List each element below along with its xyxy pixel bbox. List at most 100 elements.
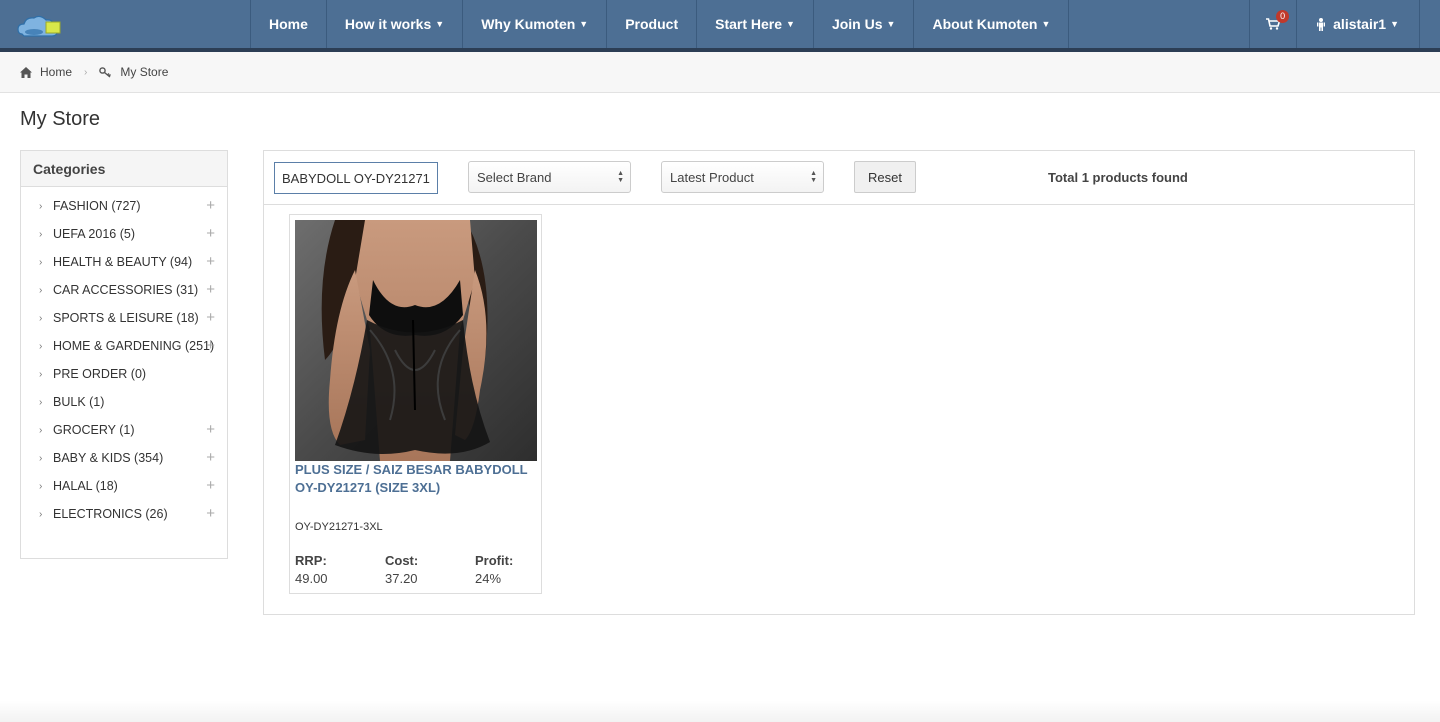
expand-plus-icon[interactable]: +	[206, 450, 215, 465]
chevron-right-icon: ›	[39, 312, 43, 324]
category-label: BABY & KIDS (354)	[53, 451, 164, 465]
cart-count-badge: 0	[1276, 10, 1290, 23]
category-item-grocery[interactable]: › GROCERY (1) +	[21, 416, 227, 444]
expand-plus-icon[interactable]: +	[206, 282, 215, 297]
product-card[interactable]: PLUS SIZE / SAIZ BESAR BABYDOLL OY-DY212…	[289, 214, 542, 594]
category-item-fashion[interactable]: › FASHION (727) +	[21, 192, 227, 220]
expand-plus-icon[interactable]: +	[206, 226, 215, 241]
page-title: My Store	[20, 108, 101, 130]
expand-plus-icon[interactable]: +	[206, 254, 215, 269]
brand-select[interactable]: Select Brand ▲ ▼	[468, 161, 631, 193]
select-arrows-icon: ▲ ▼	[617, 170, 624, 184]
expand-plus-icon[interactable]: +	[206, 338, 215, 353]
expand-plus-icon[interactable]: +	[206, 422, 215, 437]
select-arrows-icon: ▲ ▼	[810, 170, 817, 184]
product-name-link[interactable]: PLUS SIZE / SAIZ BESAR BABYDOLL OY-DY212…	[295, 461, 539, 497]
chevron-right-icon: ›	[39, 368, 43, 380]
category-label: GROCERY (1)	[53, 423, 135, 437]
price-cost: Cost: 37.20	[385, 552, 418, 588]
profit-label: Profit:	[475, 553, 514, 568]
nav-about-kumoten[interactable]: About Kumoten ▼	[913, 0, 1070, 48]
category-item-health-beauty[interactable]: › HEALTH & BEAUTY (94) +	[21, 248, 227, 276]
nav-product[interactable]: Product	[606, 0, 696, 48]
caret-down-icon: ▼	[435, 19, 445, 29]
chevron-right-icon: ›	[39, 340, 43, 352]
caret-down-icon: ▼	[1390, 19, 1399, 29]
product-search-input[interactable]	[274, 162, 438, 194]
caret-down-icon: ▼	[579, 19, 589, 29]
price-rrp: RRP: 49.00	[295, 552, 328, 588]
expand-plus-icon[interactable]: +	[206, 478, 215, 493]
category-item-uefa[interactable]: › UEFA 2016 (5) +	[21, 220, 227, 248]
categories-sidebar: Categories › FASHION (727) + › UEFA 2016 (5…	[20, 150, 228, 559]
expand-plus-icon[interactable]: +	[206, 310, 215, 325]
breadcrumb-home[interactable]: Home	[20, 65, 72, 79]
nav-product-label: Product	[625, 16, 679, 32]
category-item-halal[interactable]: › HALAL (18) +	[21, 472, 227, 500]
sort-select[interactable]: Latest Product ▲ ▼	[661, 161, 824, 193]
chevron-right-icon: ›	[39, 480, 43, 492]
category-item-electronics[interactable]: › ELECTRONICS (26) +	[21, 500, 227, 528]
category-item-home-gardening[interactable]: › HOME & GARDENING (251) +	[21, 332, 227, 360]
category-label: HALAL (18)	[53, 479, 118, 493]
breadcrumb-current: My Store	[99, 65, 168, 79]
chevron-right-icon: ›	[39, 452, 43, 464]
caret-down-icon: ▼	[886, 19, 896, 29]
category-item-pre-order[interactable]: › PRE ORDER (0)	[21, 360, 227, 388]
nav-how-it-works[interactable]: How it works ▼	[325, 0, 462, 48]
product-image[interactable]	[295, 220, 537, 461]
category-item-car-accessories[interactable]: › CAR ACCESSORIES (31) +	[21, 276, 227, 304]
category-label: PRE ORDER (0)	[53, 367, 147, 381]
product-sku: OY-DY21271-3XL	[295, 521, 383, 533]
kumoten-logo[interactable]	[16, 12, 66, 40]
username: alistair1	[1333, 16, 1387, 32]
page-bottom-shadow	[0, 700, 1440, 722]
nav-how-it-works-label: How it works	[344, 16, 432, 32]
product-panel: Select Brand ▲▼ Latest Product ▲▼ Reset …	[263, 150, 1415, 615]
category-label: SPORTS & LEISURE (18)	[53, 311, 199, 325]
top-navbar: Home How it works ▼ Why Kumoten ▼ Product …	[0, 0, 1440, 52]
nav-home[interactable]: Home	[250, 0, 326, 48]
reset-button[interactable]: Reset	[854, 161, 916, 193]
category-item-bulk[interactable]: › BULK (1)	[21, 388, 227, 416]
main-menu: Home How it works ▼ Why Kumoten ▼ Product …	[250, 0, 1070, 48]
breadcrumb: Home › My Store	[0, 52, 1440, 93]
nav-start-here[interactable]: Start Here ▼	[696, 0, 813, 48]
home-icon	[20, 66, 32, 78]
chevron-right-icon: ›	[39, 396, 43, 408]
expand-plus-icon[interactable]: +	[206, 198, 215, 213]
nav-about-kumoten-label: About Kumoten	[932, 16, 1038, 32]
nav-why-kumoten[interactable]: Why Kumoten ▼	[462, 0, 606, 48]
breadcrumb-separator: ›	[84, 66, 88, 78]
category-label: UEFA 2016 (5)	[53, 227, 135, 241]
chevron-right-icon: ›	[39, 424, 43, 436]
category-list: › FASHION (727) + › UEFA 2016 (5) + › HEALTH …	[21, 187, 227, 528]
caret-down-icon: ▼	[1041, 19, 1051, 29]
breadcrumb-home-label: Home	[40, 65, 73, 79]
chevron-right-icon: ›	[39, 228, 43, 240]
cost-value: 37.20	[385, 571, 418, 586]
category-item-baby-kids[interactable]: › BABY & KIDS (354) +	[21, 444, 227, 472]
brand-select-value: Select Brand	[477, 169, 552, 185]
nav-why-kumoten-label: Why Kumoten	[481, 16, 576, 32]
profit-value: 24%	[475, 571, 502, 586]
category-item-sports-leisure[interactable]: › SPORTS & LEISURE (18) +	[21, 304, 227, 332]
user-icon	[1317, 17, 1326, 31]
chevron-right-icon: ›	[39, 256, 43, 268]
nav-right: 0 alistair1 ▼	[1249, 0, 1420, 48]
nav-join-us[interactable]: Join Us ▼	[812, 0, 914, 48]
category-label: FASHION (727)	[53, 199, 141, 213]
price-profit: Profit: 24%	[475, 552, 513, 588]
category-label: HEALTH & BEAUTY (94)	[53, 255, 193, 269]
cost-label: Cost:	[385, 553, 419, 568]
total-products-text: Total 1 products found	[1048, 170, 1188, 185]
nav-start-here-label: Start Here	[715, 16, 783, 32]
category-label: HOME & GARDENING (251)	[53, 339, 215, 353]
category-label: CAR ACCESSORIES (31)	[53, 283, 199, 297]
user-menu[interactable]: alistair1 ▼	[1297, 0, 1420, 48]
chevron-right-icon: ›	[39, 508, 43, 520]
sort-select-value: Latest Product	[670, 169, 754, 185]
rrp-value: 49.00	[295, 571, 328, 586]
expand-plus-icon[interactable]: +	[206, 506, 215, 521]
cart-button[interactable]: 0	[1249, 0, 1298, 48]
